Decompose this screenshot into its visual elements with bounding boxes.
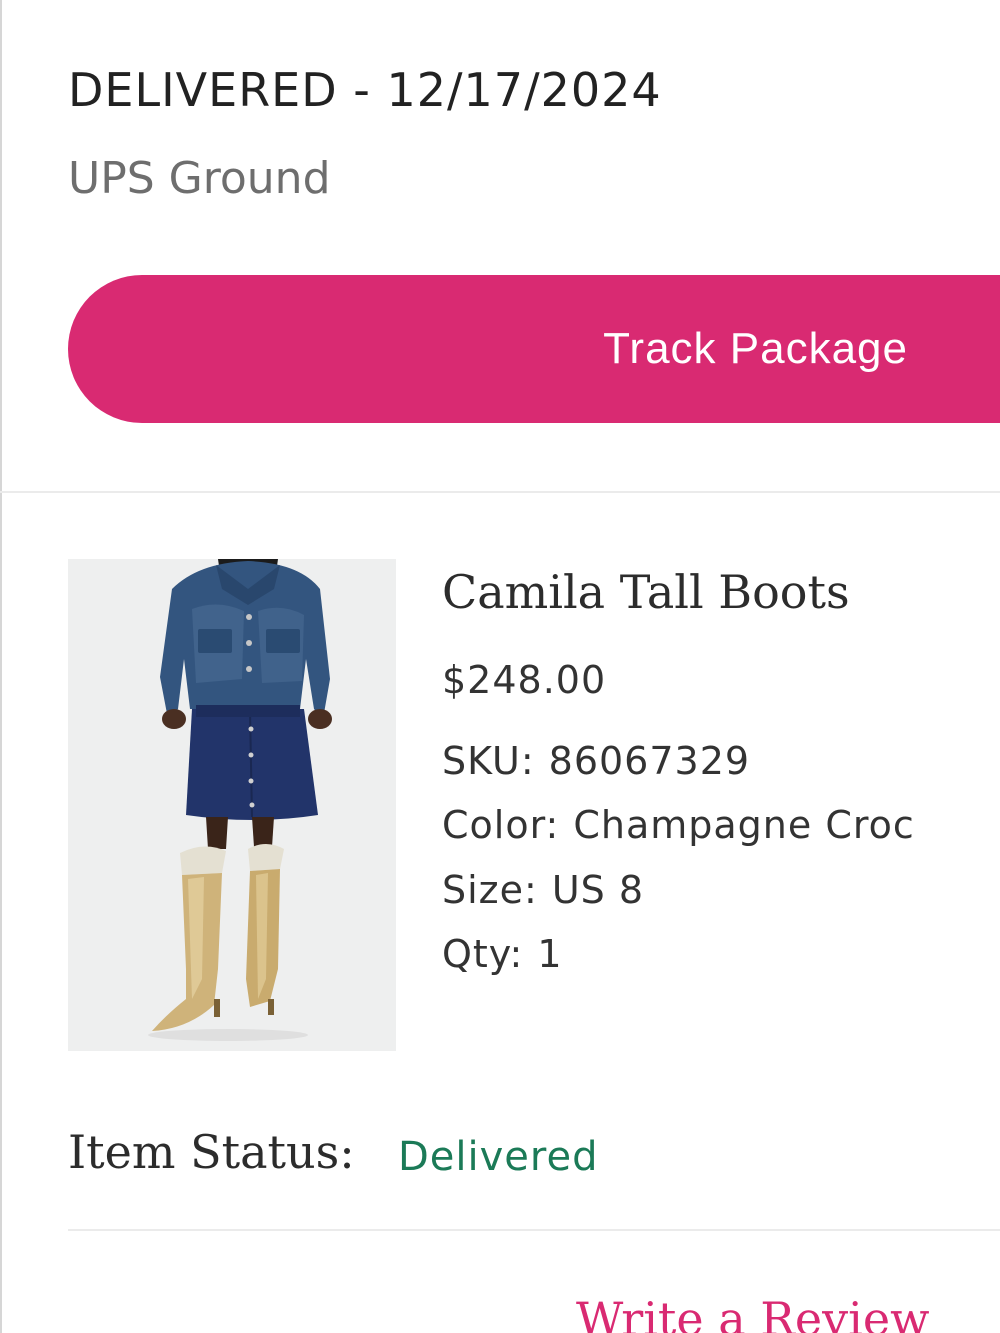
size-label: Size: <box>442 868 538 912</box>
qty-label: Qty: <box>442 932 524 976</box>
color-value: Champagne Croc <box>573 803 915 847</box>
sku-value: 86067329 <box>548 739 751 783</box>
product-image[interactable] <box>68 559 396 1051</box>
order-shipment-page: DELIVERED - 12/17/2024 UPS Ground Track … <box>0 0 1000 1333</box>
size-value: US 8 <box>551 868 645 912</box>
item-status-value: Delivered <box>398 1134 599 1180</box>
product-price: $248.00 <box>442 658 607 702</box>
product-sku: SKU: 86067329 <box>442 737 750 785</box>
product-photo-illustration <box>68 559 396 1051</box>
qty-value: 1 <box>537 932 563 976</box>
track-package-button[interactable]: Track Package <box>68 275 1000 423</box>
product-color: Color: Champagne Croc <box>442 801 915 849</box>
track-package-label: Track Package <box>603 324 908 373</box>
section-divider <box>0 491 1000 493</box>
item-status-label: Item Status: <box>68 1125 355 1179</box>
product-size: Size: US 8 <box>442 866 644 914</box>
product-quantity: Qty: 1 <box>442 930 563 978</box>
sku-label: SKU: <box>442 739 535 783</box>
write-review-link[interactable]: Write a Review <box>576 1290 929 1333</box>
left-edge-divider <box>0 0 2 1333</box>
section-divider-bottom <box>68 1229 1000 1231</box>
color-label: Color: <box>442 803 560 847</box>
delivery-status-heading: DELIVERED - 12/17/2024 <box>68 63 662 117</box>
product-name[interactable]: Camila Tall Boots <box>442 563 850 621</box>
shipping-carrier: UPS Ground <box>68 153 331 204</box>
